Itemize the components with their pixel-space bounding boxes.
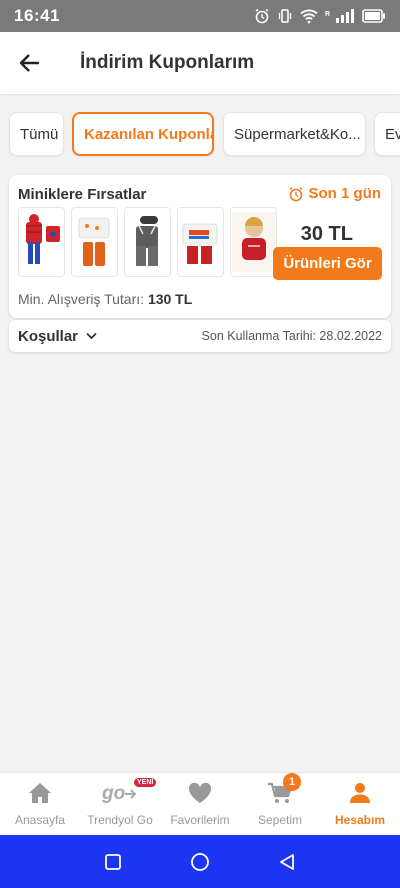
heart-icon — [188, 782, 212, 803]
tab-all[interactable]: Tümü — [9, 112, 64, 156]
nav-label: Hesabım — [334, 813, 386, 827]
min-spend: Min. Alışveriş Tutarı: 130 TL — [18, 291, 192, 307]
status-time: 16:41 — [14, 6, 60, 25]
product-thumbnail[interactable] — [71, 207, 118, 277]
status-icons: R — [254, 8, 386, 24]
nav-home[interactable]: Anasayfa — [0, 773, 80, 834]
conditions-label: Koşullar — [18, 327, 79, 345]
nav-favorites[interactable]: Favorilerim — [160, 773, 240, 834]
battery-icon — [362, 9, 385, 23]
min-spend-label: Min. Alışveriş Tutarı: — [18, 291, 145, 307]
spiderman-costume-image — [25, 214, 60, 264]
product-thumbnail[interactable] — [230, 207, 277, 277]
wifi-icon — [300, 9, 318, 24]
chevron-down-icon — [86, 332, 97, 340]
coupon-title: Miniklere Fırsatlar — [18, 186, 147, 203]
nav-cart[interactable]: 1 Sepetim — [240, 773, 320, 834]
min-spend-value: 130 TL — [147, 291, 193, 307]
home-icon — [29, 783, 51, 803]
coupon-amount: 30 TL — [300, 223, 353, 245]
product-thumbnail[interactable] — [177, 207, 224, 277]
orange-pants-set-image — [78, 217, 109, 266]
alarm-clock-icon — [288, 186, 303, 201]
nav-label: Sepetim — [257, 813, 303, 827]
user-icon — [350, 783, 370, 803]
nav-label: Favorilerim — [170, 813, 230, 827]
back-triangle-icon[interactable] — [278, 853, 296, 871]
cart-count-badge: 1 — [283, 773, 301, 791]
page-title: İndirim Kuponlarım — [80, 52, 255, 73]
alarm-icon — [255, 8, 269, 24]
baby-red-outfit-image — [231, 212, 276, 272]
product-thumbnail[interactable] — [124, 207, 171, 277]
conditions-toggle[interactable]: Koşullar — [18, 328, 97, 345]
bottom-nav: Anasayfa go YENİ Trendyol Go Favorilerim… — [0, 772, 400, 834]
android-nav-bar — [0, 835, 400, 888]
deadline-badge: Son 1 gün — [288, 185, 382, 202]
nav-label: Trendyol Go — [87, 813, 153, 827]
go-logo-icon: go — [102, 783, 137, 804]
product-thumbnail[interactable] — [18, 207, 65, 277]
volte-signal-icon: R — [325, 9, 354, 23]
recent-apps-icon[interactable] — [104, 853, 122, 871]
view-products-button[interactable]: Ürünleri Gör — [273, 247, 382, 280]
svg-text:go: go — [102, 783, 125, 804]
conditions-bar: Koşullar Son Kullanma Tarihi: 28.02.2022 — [9, 320, 391, 352]
home-circle-icon[interactable] — [190, 852, 210, 872]
app-header: İndirim Kuponlarım — [0, 32, 400, 94]
svg-text:R: R — [325, 11, 330, 18]
status-bar: 16:41 R — [0, 0, 400, 32]
coupon-card: Miniklere Fırsatlar Son 1 gün 30 TL Ürün… — [9, 175, 391, 318]
vibrate-icon — [278, 9, 292, 23]
nav-label: Anasayfa — [14, 813, 66, 827]
tab-earned-coupons[interactable]: Kazanılan Kuponlar — [72, 112, 214, 156]
nav-account[interactable]: Hesabım — [320, 773, 400, 834]
deadline-text: Son 1 gün — [308, 185, 382, 202]
new-badge: YENİ — [134, 778, 157, 787]
nav-trendyol-go[interactable]: go YENİ Trendyol Go — [80, 773, 160, 834]
expiry-date: Son Kullanma Tarihi: 28.02.2022 — [201, 329, 382, 343]
tab-supermarket[interactable]: Süpermarket&Ko... — [223, 112, 366, 156]
product-thumbnails — [18, 207, 277, 277]
back-button[interactable] — [0, 32, 60, 94]
arrow-left-icon — [19, 54, 39, 72]
coupon-category-tabs: Tümü Kazanılan Kuponlar Süpermarket&Ko..… — [0, 106, 400, 164]
tab-home[interactable]: Ev — [374, 112, 400, 156]
red-white-set-image — [182, 223, 217, 264]
grey-overall-image — [135, 216, 158, 266]
